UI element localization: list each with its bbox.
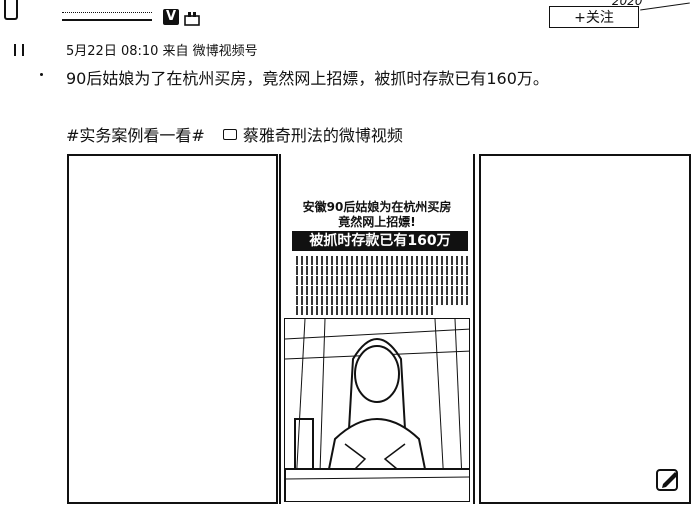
thumbnail-title-line2: 竟然网上招嫖! bbox=[338, 215, 416, 229]
corner-scribble bbox=[640, 2, 690, 11]
follow-button[interactable]: +关注 bbox=[549, 6, 639, 28]
username-redacted[interactable] bbox=[62, 12, 152, 21]
verified-icon: V bbox=[163, 9, 179, 25]
post-meta: 5月22日 08:10 来自 微博视频号 bbox=[66, 44, 258, 59]
decorative-dot bbox=[40, 73, 43, 76]
video-thumbnail-photo bbox=[284, 318, 470, 502]
video-icon bbox=[222, 128, 237, 140]
medal-icon bbox=[183, 10, 201, 26]
video-link[interactable]: 蔡雅奇刑法的微博视频 bbox=[243, 122, 403, 146]
thumbnail-banner: 被抓时存款已有160万 bbox=[292, 231, 468, 251]
edit-icon[interactable] bbox=[655, 466, 681, 492]
thumbnail-body-text bbox=[296, 256, 468, 316]
avatar-frame-mark bbox=[14, 44, 24, 56]
topic-link[interactable]: #实务案例看一看# bbox=[66, 122, 205, 146]
media-panel-left[interactable] bbox=[67, 154, 278, 504]
topic-row: #实务案例看一看# 蔡雅奇刑法的微博视频 bbox=[66, 122, 403, 146]
media-panel-right[interactable] bbox=[479, 154, 691, 504]
avatar[interactable] bbox=[4, 0, 18, 20]
post-text: 90后姑娘为了在杭州买房，竟然网上招嫖，被抓时存款已有160万。 bbox=[66, 69, 549, 88]
